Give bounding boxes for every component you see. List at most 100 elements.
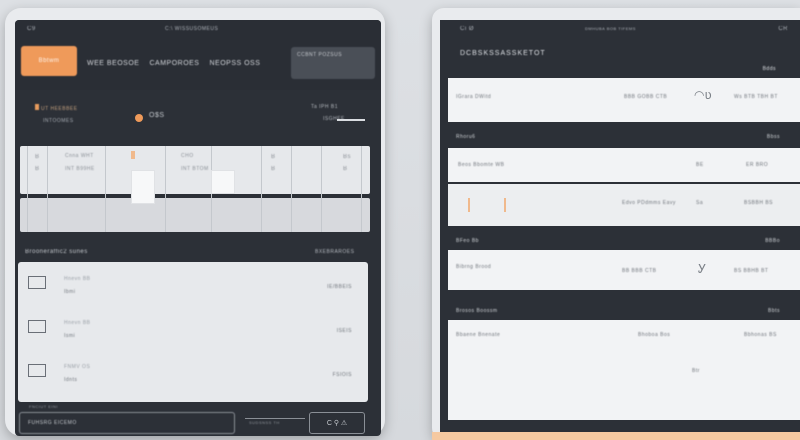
divider [165, 146, 166, 232]
divider [361, 146, 362, 232]
right-status-right: CR [778, 26, 788, 32]
section-header-right: Bbss [766, 134, 780, 140]
thumbnail-placeholder[interactable] [131, 170, 155, 204]
primary-action-button[interactable]: Bbtwm [21, 46, 77, 76]
left-screen: C9 C:\ WISSUSOMEUS Bbtwm WEE BEOSOE CAMP… [15, 20, 381, 436]
record-value: Bbhonas BS [744, 332, 777, 338]
peach-marker-icon [131, 151, 135, 159]
record-card[interactable]: IGrara DWitd BBB GOBB CTB ◠ʋ Ws BTB TBH … [448, 78, 800, 122]
progress-bar [337, 119, 365, 121]
left-status-info: C:\ WISSUSOMEUS [165, 26, 219, 32]
account-marker-icon [35, 104, 39, 110]
list-item-title: FNMV OS [64, 364, 91, 370]
record-value: BSBBH BS [744, 200, 774, 206]
thumbnail-placeholder[interactable] [211, 170, 235, 194]
nav-item-2[interactable]: CAMPOROES [149, 60, 199, 67]
item-list: Hnevn BB Ibmi IE/BBEIS Hnevn BB Ismi ISE… [18, 262, 368, 402]
divider [261, 146, 262, 232]
nav-item-3[interactable]: NEOPSS OSS [209, 60, 260, 67]
list-item[interactable]: Hnevn BB Ismi ISEIS [18, 310, 368, 354]
signature-icon: Ꭹ [698, 262, 707, 276]
list-item-subtitle: Ibmi [64, 289, 76, 295]
record-info: BB BBB CTB [622, 268, 657, 274]
table-cell: B [271, 166, 276, 172]
list-item-value: IE/BBEIS [327, 284, 352, 290]
bottom-accent-bar [432, 432, 800, 440]
table-cell: INT BTOM [181, 166, 209, 172]
table-cell: B [343, 166, 348, 172]
section-header-right: BBBo [765, 238, 780, 244]
table-cell: Cnna WHT [65, 153, 94, 159]
record-value: ER BRO [746, 162, 769, 168]
divider [321, 146, 322, 232]
table-cell: CHO [181, 153, 194, 159]
nav-item-1[interactable]: WEE BEOSOE [87, 60, 139, 67]
footer-input[interactable] [19, 412, 235, 434]
record-card[interactable]: Bbaene Bnenate Bhoboa Bos Bbhonas BS Btr [448, 320, 800, 420]
list-item-title: Hnevn BB [64, 276, 91, 282]
top-right-button[interactable]: CCBNT POZSUS [291, 47, 375, 79]
right-screen: Ci Ø DMHUBA BOB TIFEMS CR DCBSKSSASSKETO… [440, 20, 800, 432]
list-item-value: FSIOIS [332, 372, 352, 378]
right-tablet: Ci Ø DMHUBA BOB TIFEMS CR DCBSKSSASSKETO… [432, 8, 800, 440]
checkbox[interactable] [28, 364, 46, 377]
table-cell: INT B99HE [65, 166, 95, 172]
record-card[interactable]: Bibrng Brood BB BBB CTB Ꭹ BS BBHB BT [448, 250, 800, 290]
list-item[interactable]: Hnevn BB Ibmi IE/BBEIS [18, 266, 368, 310]
record-value: Ws BTB TBH BT [734, 94, 778, 100]
status-dot-icon [135, 114, 143, 122]
account-label: UT HEEBBEE [35, 104, 78, 112]
left-nav: WEE BEOSOE CAMPOROES NEOPSS OSS [87, 60, 260, 67]
list-item-value: ISEIS [336, 328, 352, 334]
record-name: Bbaene Bnenate [456, 332, 501, 338]
account-label-text: UT HEEBBEE [41, 106, 78, 112]
table-cell: Bs [343, 154, 352, 160]
footer-divider [245, 418, 305, 419]
divider [27, 146, 28, 232]
list-item[interactable]: FNMV OS Idnts FSIOIS [18, 354, 368, 398]
section-right-label: BXEBRAROES [315, 249, 355, 255]
right-status-left: Ci Ø [460, 26, 474, 32]
left-tablet: C9 C:\ WISSUSOMEUS Bbtwm WEE BEOSOE CAMP… [5, 8, 385, 436]
record-value: BS BBHB BT [734, 268, 769, 274]
right-top-label: Ta IPH B1 [311, 104, 339, 110]
account-sub: INTOOMES [43, 118, 74, 124]
list-item-title: Hnevn BB [64, 320, 91, 326]
table-panel-bottom [20, 198, 370, 232]
marker-icon [468, 198, 470, 212]
section-title: Brooneraffic2 sunes [25, 249, 88, 255]
signature-icon: ◠ʋ [694, 88, 712, 102]
table-cell: B [35, 166, 40, 172]
checkbox[interactable] [28, 276, 46, 289]
record-card[interactable]: Beos Bbomte WB BE ER BRO [448, 148, 800, 182]
record-name: Beos Bbomte WB [458, 162, 505, 168]
section-header: Brosos Boossm [456, 308, 498, 314]
list-item-subtitle: Ismi [64, 333, 76, 339]
record-info: Bhoboa Bos [638, 332, 671, 338]
record-card[interactable]: Edvo PDdmms Eavy Sa BSBBH BS [448, 184, 800, 226]
divider [291, 146, 292, 232]
section-header-right: Bbts [767, 308, 780, 314]
record-code: Sa [696, 200, 704, 206]
record-name: IGrara DWitd [456, 94, 492, 100]
account-code: O$S [149, 112, 165, 119]
record-info: BBB GOBB CTB [624, 94, 668, 100]
divider [105, 146, 106, 232]
page-title: DCBSKSSASSKETOT [460, 50, 546, 57]
divider [47, 146, 48, 232]
footer-label: FNCIUT EINI [29, 404, 58, 409]
checkbox[interactable] [28, 320, 46, 333]
record-extra: Btr [692, 368, 700, 374]
record-info: Edvo PDdmms Eavy [622, 200, 676, 206]
table-cell: B [35, 154, 40, 160]
table-cell: B [271, 154, 276, 160]
section-header: BFeo Bb [456, 238, 479, 244]
right-status-center: DMHUBA BOB TIFEMS [585, 26, 636, 31]
list-item-subtitle: Idnts [64, 377, 78, 383]
section-header: Rhoru6 [456, 134, 476, 140]
left-status-time: C9 [27, 26, 36, 32]
footer-icon-button[interactable]: C ⚲ ⚠ [309, 412, 365, 434]
header-right-label: Bdds [762, 66, 776, 72]
footer-mid-label: SUDSNSS TH [249, 420, 280, 425]
record-info: BE [696, 162, 704, 168]
